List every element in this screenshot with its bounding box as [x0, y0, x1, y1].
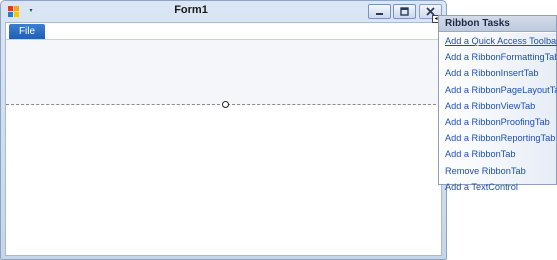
ribbon-control[interactable] [6, 40, 441, 105]
window-title: Form1 [174, 4, 208, 16]
minimize-button[interactable] [368, 4, 391, 19]
tasks-list: Add a Quick Access Toolbar Add a RibbonF… [439, 33, 557, 192]
maximize-button[interactable] [393, 4, 416, 19]
task-add-textcontrol[interactable]: Add a TextControl [439, 179, 556, 195]
tasks-panel-header: Ribbon Tasks [439, 16, 556, 32]
task-add-ribbonviewtab[interactable]: Add a RibbonViewTab [439, 98, 556, 114]
task-remove-ribbontab[interactable]: Remove RibbonTab [439, 163, 556, 179]
resize-handle[interactable] [222, 101, 229, 108]
form-client-area: File [5, 22, 442, 256]
task-add-ribbonproofingtab[interactable]: Add a RibbonProofingTab [439, 114, 556, 130]
form1-window: ▾ Form1 File [0, 0, 447, 260]
task-add-ribboninserttab[interactable]: Add a RibbonInsertTab [439, 65, 556, 81]
ribbon-tasks-panel: Ribbon Tasks Add a Quick Access Toolbar … [438, 15, 557, 192]
app-icon[interactable] [8, 6, 20, 17]
task-add-ribbontab[interactable]: Add a RibbonTab [439, 146, 556, 162]
task-add-ribbonformattingtab[interactable]: Add a RibbonFormattingTab [439, 49, 557, 65]
file-tab[interactable]: File [9, 24, 45, 39]
title-bar[interactable]: ▾ Form1 [1, 1, 446, 22]
dropdown-arrow-icon[interactable]: ▾ [25, 5, 37, 17]
maximize-icon [400, 7, 409, 16]
task-add-quick-access-toolbar[interactable]: Add a Quick Access Toolbar [439, 33, 557, 49]
task-add-ribbonreportingtab[interactable]: Add a RibbonReportingTab [439, 130, 556, 146]
task-add-ribbonpagelayouttab[interactable]: Add a RibbonPageLayoutTab [439, 82, 557, 98]
minimize-icon [376, 13, 383, 15]
